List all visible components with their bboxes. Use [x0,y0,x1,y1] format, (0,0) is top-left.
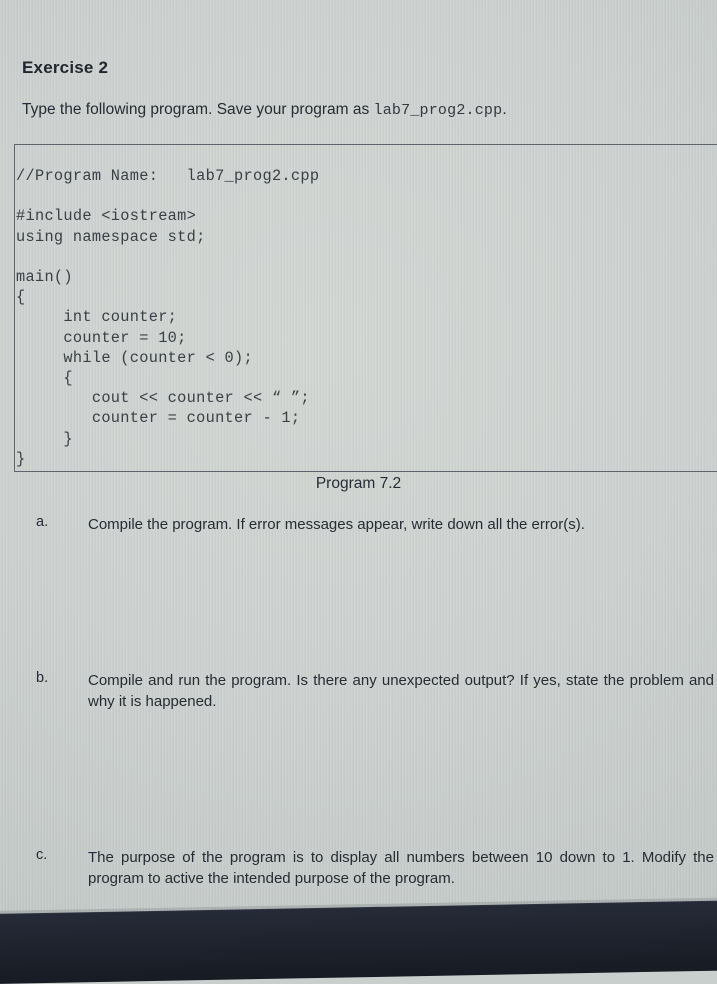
question-item-b: b. Compile and run the program. Is there… [36,670,717,712]
intro-instruction: Type the following program. Save your pr… [22,101,507,119]
worksheet-page: Exercise 2 Type the following program. S… [0,0,717,950]
page-title: Exercise 2 [22,58,109,77]
question-letter-a: a. [36,514,49,530]
question-letter-c: c. [36,847,48,863]
program-source-code: //Program Name: lab7_prog2.cpp #include … [16,167,320,468]
question-text-c: The purpose of the program is to display… [88,849,714,887]
intro-text-before: Type the following program. Save your pr… [22,101,374,118]
question-letter-b: b. [36,670,49,686]
question-text-a: Compile the program. If error messages a… [88,516,585,533]
question-text-b: Compile and run the program. Is there an… [88,672,714,710]
page-bottom-edge-shadow [0,900,717,984]
question-item-a: a. Compile the program. If error message… [36,514,686,535]
target-filename: lab7_prog2.cpp [373,102,503,119]
program-caption: Program 7.2 [315,475,402,492]
question-item-c: c. The purpose of the program is to disp… [36,847,717,889]
intro-text-after: . [502,101,507,118]
